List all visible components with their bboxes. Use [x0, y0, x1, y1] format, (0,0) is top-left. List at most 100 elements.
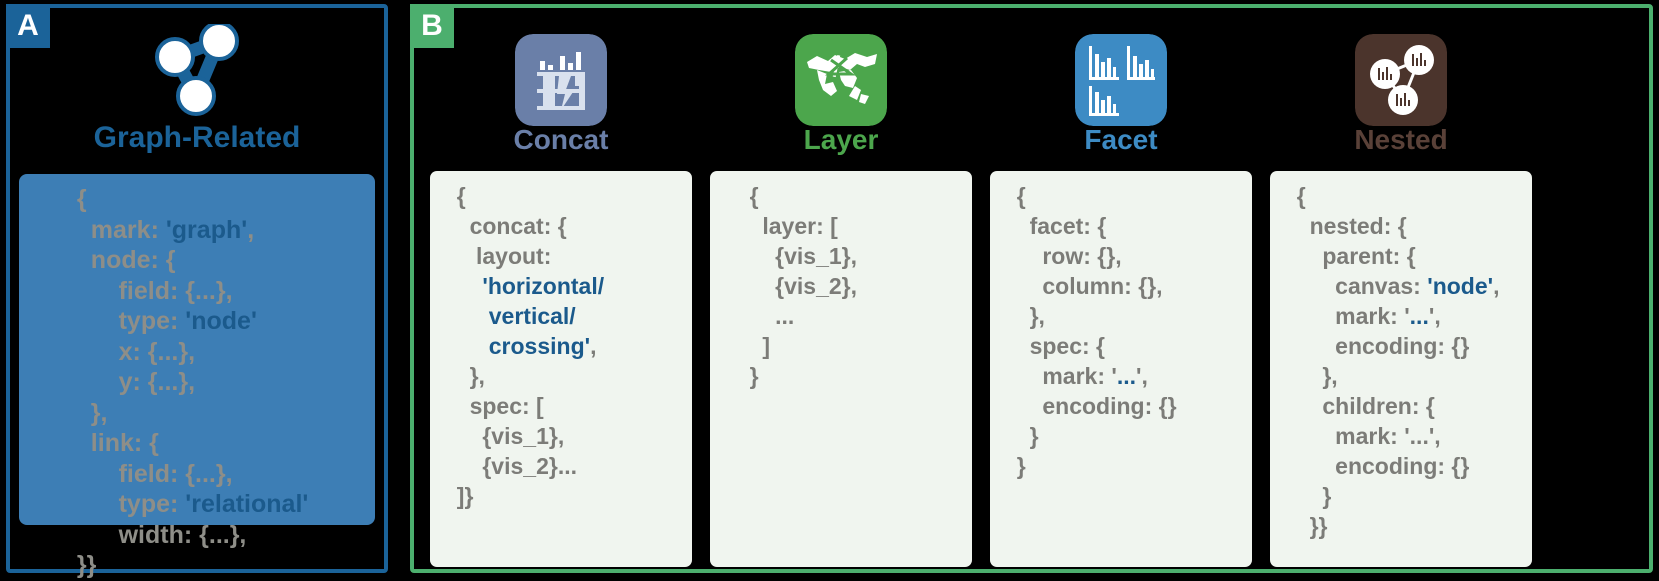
code-key: {vis_1}, [775, 243, 858, 269]
code-line: mark: '...', [1004, 361, 1252, 391]
code-line: concat: { [444, 211, 692, 241]
code-line: {vis_2}, [724, 271, 972, 301]
column-title-nested: Nested [1354, 124, 1448, 155]
code-key: } [1016, 453, 1026, 479]
code-key: type: [118, 307, 186, 335]
code-line: vertical/ [444, 301, 692, 331]
code-line: { [1284, 181, 1532, 211]
code-key: mark: [90, 215, 166, 244]
nested-graph-chart-svg [1355, 34, 1447, 126]
graph-related-spec-code: {mark: 'graph', node: {field: {...}, type:… [63, 184, 375, 581]
code-key: ]} [456, 483, 474, 509]
code-line: type: 'node' [63, 306, 375, 337]
code-key: encoding: {} [1335, 333, 1470, 359]
code-key: layout: [469, 243, 552, 269]
code-line: {vis_1}, [724, 241, 972, 271]
facet-spec-code: {facet: {row: {}, column: {},}, spec: {mar… [1004, 181, 1252, 481]
code-string-value: 'relational' [185, 490, 309, 518]
graph-node-link-icon [10, 24, 384, 118]
code-key: width: {...}, [118, 520, 247, 549]
code-line: facet: { [1004, 211, 1252, 241]
facet-code-card: {facet: {row: {}, column: {},}, spec: {mar… [990, 171, 1252, 567]
code-key: ', [1428, 303, 1441, 329]
code-key: spec: [ [469, 393, 544, 419]
code-key: {vis_2}, [775, 273, 858, 299]
code-line: spec: { [1004, 331, 1252, 361]
panel-b-composition-types: B Concat {concat: {layout: 'horizontal… [410, 4, 1653, 573]
code-key: concat: { [469, 213, 567, 239]
code-key: encoding: {} [1335, 453, 1470, 479]
code-key: , [1493, 273, 1500, 299]
code-line: parent: { [1284, 241, 1532, 271]
code-line: } [1004, 421, 1252, 451]
code-key: ... [775, 303, 795, 329]
code-line: }} [1284, 511, 1532, 541]
facet-small-multiples-svg [1075, 34, 1167, 126]
code-key: } [749, 363, 759, 389]
graph-node-link-svg [155, 24, 239, 116]
code-line: } [1004, 451, 1252, 481]
code-key: , [247, 215, 255, 244]
code-key: children: { [1322, 393, 1435, 419]
code-string-value: ... [1116, 363, 1137, 389]
code-line: link: { [63, 428, 375, 459]
code-line: crossing', [444, 331, 692, 361]
column-title-facet: Facet [1084, 124, 1158, 155]
panel-a-code-block: {mark: 'graph', node: {field: {...}, type:… [19, 174, 375, 579]
code-key: mark: ' [1335, 303, 1410, 329]
code-key: }} [1309, 513, 1328, 539]
code-line: row: {}, [1004, 241, 1252, 271]
code-key: { [1016, 183, 1026, 209]
code-key [470, 273, 483, 299]
concat-code-card: {concat: { layout: 'horizontal/ vertical… [430, 171, 692, 567]
code-line: layer: [ [724, 211, 972, 241]
code-line: } [724, 361, 972, 391]
code-line: width: {...}, [63, 520, 375, 551]
nested-code-card: {nested: {parent: {canvas: 'node', mark: … [1270, 171, 1532, 567]
code-key: spec: { [1029, 333, 1106, 359]
code-line: encoding: {} [1284, 451, 1532, 481]
code-line: }, [1004, 301, 1252, 331]
code-key: }, [90, 398, 108, 427]
code-key: , [590, 333, 597, 359]
concat-chart-icon [430, 34, 692, 126]
code-line: mark: '...', [1284, 421, 1532, 451]
code-line: node: { [63, 245, 375, 276]
code-line: encoding: {} [1284, 331, 1532, 361]
code-key: mark: ' [1042, 363, 1117, 389]
code-line: }, [63, 398, 375, 429]
code-line: y: {...}, [63, 367, 375, 398]
code-key: column: {}, [1042, 273, 1163, 299]
code-string-value: vertical/ [488, 303, 576, 329]
code-string-value: 'horizontal/ [482, 273, 605, 299]
nested-graph-chart-icon [1270, 34, 1532, 126]
code-key: encoding: {} [1042, 393, 1177, 419]
figure-canvas: A Graph-Related {mark: 'graph', node: {fi… [0, 0, 1659, 579]
column-title-concat: Concat [513, 124, 609, 155]
code-line: mark: '...', [1284, 301, 1532, 331]
code-key: { [1296, 183, 1306, 209]
layer-map-svg [795, 34, 887, 126]
code-line: { [724, 181, 972, 211]
code-string-value: ... [1409, 303, 1429, 329]
code-line: type: 'relational' [63, 489, 375, 520]
code-line: x: {...}, [63, 337, 375, 368]
code-key: node: { [90, 246, 176, 274]
code-line: mark: 'graph', [63, 215, 375, 246]
code-key: }, [1322, 363, 1338, 389]
code-line: { [1004, 181, 1252, 211]
code-key: ', [1136, 363, 1148, 389]
code-line: field: {...}, [63, 276, 375, 307]
code-key: } [1029, 423, 1039, 449]
code-key: {vis_2}... [482, 453, 577, 479]
code-key: layer: [ [762, 213, 838, 239]
layer-code-card: {layer: [ {vis_1}, {vis_2},...]} [710, 171, 972, 567]
panel-a-title: Graph-Related [93, 121, 301, 154]
code-key: link: { [90, 429, 159, 457]
code-key: ] [762, 333, 771, 359]
code-key [470, 333, 489, 359]
code-string-value: crossing' [488, 333, 591, 359]
code-line: spec: [ [444, 391, 692, 421]
layer-map-icon [710, 34, 972, 126]
code-line: field: {...}, [63, 459, 375, 490]
